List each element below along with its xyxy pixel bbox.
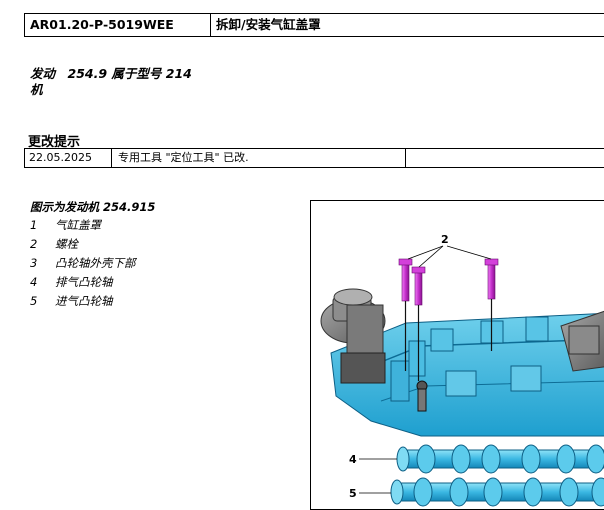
legend-item: 2 螺栓 — [30, 235, 136, 254]
gray-module-left — [320, 288, 386, 384]
legend-item: 4 排气凸轮轴 — [30, 273, 136, 292]
change-text: 专用工具 "定位工具" 已改. — [112, 149, 406, 167]
legend-item: 5 进气凸轮轴 — [30, 292, 136, 311]
callout-intake-camshaft: 5 — [349, 487, 357, 500]
legend-label: 进气凸轮轴 — [55, 294, 113, 308]
change-extra — [406, 149, 604, 167]
exhaust-camshaft — [396, 444, 604, 474]
legend-label: 凸轮轴外壳下部 — [55, 256, 136, 270]
figure-legend: 1 气缸盖罩 2 螺栓 3 凸轮轴外壳下部 4 排气凸轮轴 5 进气凸轮轴 — [30, 216, 136, 311]
legend-number: 5 — [30, 294, 38, 308]
legend-number: 3 — [30, 256, 38, 270]
intake-camshaft — [390, 477, 604, 507]
document-title: 拆卸/安装气缸盖罩 — [216, 17, 321, 32]
callout-bolts: 2 — [441, 233, 449, 246]
legend-label: 螺栓 — [55, 237, 78, 251]
change-date: 22.05.2025 — [25, 149, 112, 167]
document-header-table: AR01.20-P-5019WEE 拆卸/安装气缸盖罩 — [24, 13, 604, 37]
legend-label: 排气凸轮轴 — [55, 275, 113, 289]
legend-item: 1 气缸盖罩 — [30, 216, 136, 235]
cylinder-head-cover-illustration: 2 4 5 — [310, 200, 604, 510]
legend-item: 3 凸轮轴外壳下部 — [30, 254, 136, 273]
legend-number: 4 — [30, 275, 38, 289]
callout-exhaust-camshaft: 4 — [349, 453, 357, 466]
figure-caption: 图示为发动机 254.915 — [30, 200, 156, 214]
illustration-svg: 2 4 5 — [320, 233, 604, 507]
legend-label: 气缸盖罩 — [55, 218, 101, 232]
legend-number: 1 — [30, 218, 38, 232]
legend-number: 2 — [30, 237, 38, 251]
engine-applicability-title: 发动 254.9 属于型号 214 机 — [30, 66, 192, 97]
change-notes-table: 22.05.2025 专用工具 "定位工具" 已改. — [24, 148, 604, 168]
document-code: AR01.20-P-5019WEE — [25, 14, 211, 36]
